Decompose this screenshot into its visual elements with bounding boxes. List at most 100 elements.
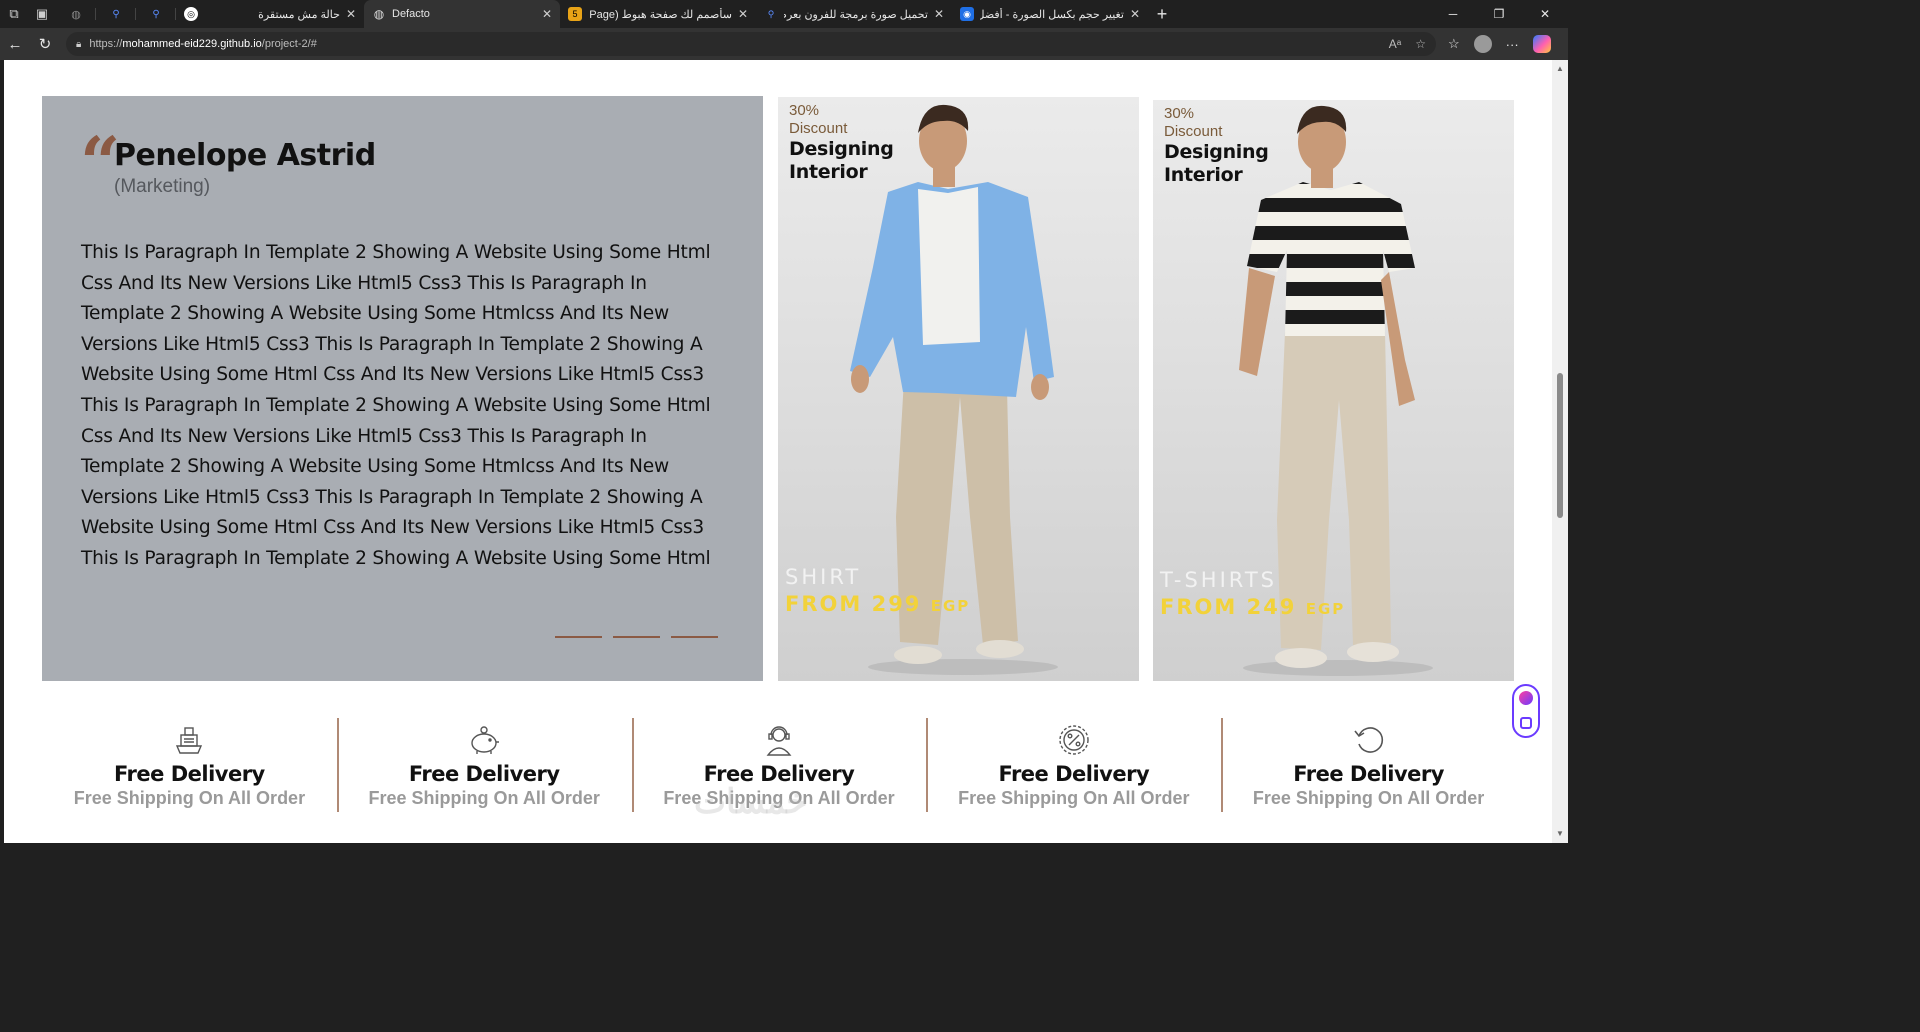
address-bar[interactable]: 🔒︎ https://mohammed-eid229.github.io/pro… <box>66 32 1436 56</box>
product-name: T-SHIRTS <box>1160 568 1278 592</box>
workspaces-icon[interactable]: ⧉ <box>0 0 28 28</box>
slider-dot[interactable] <box>555 636 602 638</box>
card-title-line: Interior <box>1164 164 1243 186</box>
feature-subtitle: Free Shipping On All Order <box>1252 788 1485 808</box>
browser-tab[interactable]: ⚲ <box>136 0 176 28</box>
scroll-down-icon[interactable]: ▼ <box>1552 827 1568 841</box>
scrollbar-thumb[interactable] <box>1557 373 1563 518</box>
assistant-icon[interactable] <box>1519 691 1533 705</box>
feature-subtitle: Free Shipping On All Order <box>958 788 1190 808</box>
tab-title: تحميل صورة برمجة للفرون بعرض 00 <box>784 8 928 21</box>
piggy-bank-icon <box>471 726 500 754</box>
price-value: FROM 299 <box>785 592 922 616</box>
tab-actions-icon[interactable]: ▣ <box>28 0 56 28</box>
model-image <box>1239 105 1433 676</box>
read-aloud-icon[interactable]: Aᵃ <box>1389 37 1401 51</box>
url-scheme: https:// <box>89 38 123 50</box>
close-icon[interactable]: ✕ <box>542 7 552 21</box>
close-icon[interactable]: ✕ <box>934 7 944 21</box>
discount-percent: 30% <box>1164 105 1195 122</box>
browser-tab-bar: ⧉ ▣ ◍ ⚲ ⚲ ◎ حالة مش مستقرة ✕ ◍ Defacto ✕… <box>0 0 1568 28</box>
close-window-icon[interactable]: ✕ <box>1522 0 1568 28</box>
reload-button[interactable]: ↻ <box>30 29 60 59</box>
testimonial-role: (Marketing) <box>114 176 211 197</box>
card-title-line: Interior <box>789 161 868 183</box>
tab-title: Defacto <box>392 8 430 20</box>
browser-tab[interactable]: ◉ تغيير حجم بكسل الصورة - أفضل تع ✕ <box>952 0 1148 28</box>
discount-badge-icon <box>1059 725 1089 755</box>
discount-percent: 30% <box>789 102 820 119</box>
product-price: FROM 299 EGP <box>785 592 970 616</box>
search-icon: ⚲ <box>112 8 120 20</box>
support-agent-icon <box>766 726 792 756</box>
product-card-shirt[interactable]: 30% Discount Designing Interior SHIRT FR… <box>778 97 1139 681</box>
lock-icon[interactable]: 🔒︎ <box>76 39 81 50</box>
feature-subtitle: Free Shipping On All Order <box>73 788 306 808</box>
card-title-line: Designing <box>789 138 894 160</box>
search-icon: ⚲ <box>152 8 160 20</box>
feature-item: Free Delivery Free Shipping On All Order <box>336 714 632 814</box>
chatgpt-icon: ◎ <box>184 7 198 21</box>
browser-tab[interactable]: 5 سأصمم لك صفحة هبوط (Landing Page) ✕ <box>560 0 756 28</box>
card-title: Designing Interior <box>1164 141 1269 187</box>
browser-tab[interactable]: ◍ <box>56 0 96 28</box>
feature-item: Free Delivery Free Shipping On All Order <box>926 714 1221 814</box>
browser-tab-active[interactable]: ◍ Defacto ✕ <box>364 0 560 28</box>
product-card-tshirts[interactable]: 30% Discount Designing Interior T-SHIRTS… <box>1153 100 1514 681</box>
browser-toolbar: ← ↻ 🔒︎ https://mohammed-eid229.github.io… <box>0 28 1568 60</box>
price-currency: EGP <box>930 597 971 615</box>
slider-indicators <box>555 636 718 638</box>
back-button[interactable]: ← <box>0 29 30 59</box>
feature-title: Free Delivery <box>1293 762 1444 786</box>
feature-item: Free Delivery Free Shipping On All Order <box>1221 714 1516 814</box>
discount-label: 30% Discount <box>789 102 847 138</box>
minimize-icon[interactable]: ─ <box>1430 0 1476 28</box>
page-viewport: “ Penelope Astrid (Marketing) This Is Pa… <box>4 60 1552 843</box>
tab-title: سأصمم لك صفحة هبوط (Landing Page) <box>588 8 732 21</box>
feature-subtitle: Free Shipping On All Order <box>368 788 600 808</box>
product-price: FROM 249 EGP <box>1160 595 1345 619</box>
feature-title: Free Delivery <box>408 762 560 786</box>
slider-dot[interactable] <box>671 636 718 638</box>
tab-title: حالة مش مستقرة <box>258 8 340 21</box>
testimonial-text: This Is Paragraph In Template 2 Showing … <box>81 242 711 569</box>
discount-label: 30% Discount <box>1164 105 1222 141</box>
screenshot-icon[interactable] <box>1520 717 1532 729</box>
feature-title: Free Delivery <box>114 762 265 786</box>
more-menu-icon[interactable]: ··· <box>1506 37 1519 52</box>
browser-tab[interactable]: ⚲ تحميل صورة برمجة للفرون بعرض 00 ✕ <box>756 0 952 28</box>
profile-avatar[interactable] <box>1473 35 1492 53</box>
page-scrollbar[interactable]: ▲ ▼ <box>1552 60 1568 843</box>
slider-dot[interactable] <box>613 636 660 638</box>
favorite-star-icon[interactable]: ☆ <box>1415 37 1426 51</box>
globe-icon: ◍ <box>373 7 385 21</box>
watermark-text: خمسات <box>694 783 808 821</box>
card-title: Designing Interior <box>789 138 894 184</box>
orange-5-icon: 5 <box>568 7 582 21</box>
new-tab-button[interactable]: + <box>1148 0 1176 28</box>
feature-title: Free Delivery <box>998 762 1150 786</box>
url-host: mohammed-eid229.github.io <box>122 38 262 50</box>
close-icon[interactable]: ✕ <box>346 7 356 21</box>
restore-icon[interactable]: ❐ <box>1476 0 1522 28</box>
copilot-icon[interactable] <box>1532 35 1551 53</box>
globe-icon: ◍ <box>71 8 81 21</box>
close-icon[interactable]: ✕ <box>738 7 748 21</box>
browser-tab[interactable]: ⚲ <box>96 0 136 28</box>
favorites-icon[interactable]: ☆ <box>1448 36 1460 52</box>
floating-widget[interactable] <box>1512 684 1540 738</box>
scroll-up-icon[interactable]: ▲ <box>1552 62 1568 76</box>
testimonial-name: Penelope Astrid <box>114 138 376 173</box>
discount-text: Discount <box>1164 123 1223 140</box>
blue-app-icon: ◉ <box>960 7 974 21</box>
product-name: SHIRT <box>785 565 862 589</box>
url-path: /project-2/# <box>261 38 317 50</box>
browser-tab[interactable]: ◎ حالة مش مستقرة ✕ <box>176 0 364 28</box>
search-icon: ⚲ <box>767 8 775 19</box>
testimonial-card: “ Penelope Astrid (Marketing) This Is Pa… <box>42 96 763 681</box>
price-currency: EGP <box>1305 600 1346 618</box>
price-value: FROM 249 <box>1160 595 1297 619</box>
card-title-line: Designing <box>1164 141 1269 163</box>
refresh-icon <box>1353 727 1383 753</box>
close-icon[interactable]: ✕ <box>1130 7 1140 21</box>
